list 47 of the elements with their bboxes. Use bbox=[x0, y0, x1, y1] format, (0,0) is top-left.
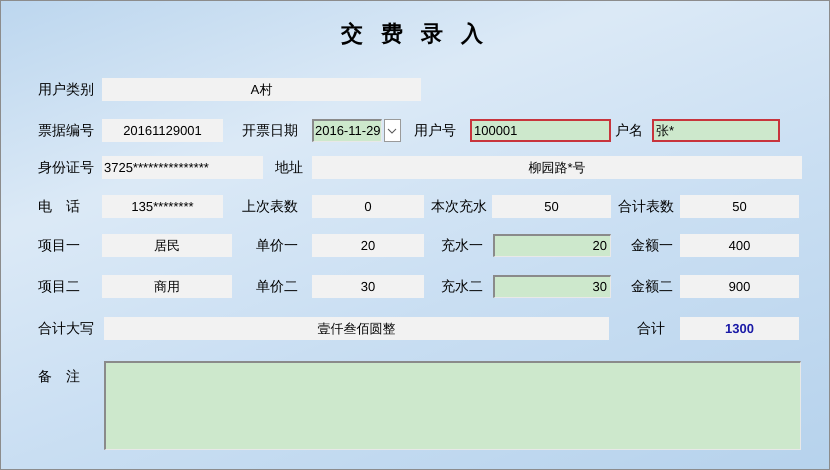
field-label: 充水二 bbox=[441, 277, 483, 296]
value-field: 50 bbox=[680, 195, 799, 218]
value-field: A村 bbox=[102, 78, 421, 101]
field-label: 充水一 bbox=[441, 236, 483, 255]
value-field: 居民 bbox=[102, 234, 232, 257]
value-field: 900 bbox=[680, 275, 799, 298]
value-field: 壹仟叁佰圆整 bbox=[104, 317, 609, 340]
field-label: 项目一 bbox=[38, 236, 80, 255]
field-label: 合计表数 bbox=[618, 197, 674, 216]
value-field: 50 bbox=[492, 195, 611, 218]
value-field: 20161129001 bbox=[102, 119, 223, 142]
field-label: 本次充水 bbox=[431, 197, 487, 216]
total-field: 1300 bbox=[680, 317, 799, 340]
value-field: 20 bbox=[312, 234, 424, 257]
field-label: 户名 bbox=[615, 121, 643, 140]
field-label: 备 注 bbox=[38, 367, 80, 386]
value-field: 135******** bbox=[102, 195, 223, 218]
value-field: 柳园路*号 bbox=[312, 156, 802, 179]
field-label: 项目二 bbox=[38, 277, 80, 296]
field-label: 合计大写 bbox=[38, 319, 94, 338]
value-field: 0 bbox=[312, 195, 424, 218]
field-label: 金额二 bbox=[631, 277, 673, 296]
remark-field[interactable] bbox=[104, 361, 801, 450]
field-label: 单价二 bbox=[256, 277, 298, 296]
field-label: 用户号 bbox=[414, 121, 456, 140]
date-field[interactable]: 2016-11-29 bbox=[312, 119, 382, 142]
field-label: 单价一 bbox=[256, 236, 298, 255]
input-field[interactable]: 30 bbox=[493, 275, 611, 298]
field-label: 用户类别 bbox=[38, 80, 94, 99]
form-title: 交 费 录 入 bbox=[340, 20, 490, 48]
dropdown-button[interactable] bbox=[384, 119, 401, 142]
chevron-down-icon bbox=[387, 128, 398, 134]
field-label: 地址 bbox=[275, 158, 303, 177]
field-label: 合计 bbox=[637, 319, 665, 338]
value-field: 3725*************** bbox=[102, 156, 263, 179]
value-field: 商用 bbox=[102, 275, 232, 298]
field-label: 上次表数 bbox=[242, 197, 298, 216]
input-field[interactable]: 100001 bbox=[470, 119, 611, 142]
field-label: 开票日期 bbox=[242, 121, 298, 140]
field-label: 身份证号 bbox=[38, 158, 94, 177]
input-field[interactable]: 20 bbox=[493, 234, 611, 257]
field-label: 票据编号 bbox=[38, 121, 94, 140]
input-field[interactable]: 张* bbox=[652, 119, 780, 142]
value-field: 400 bbox=[680, 234, 799, 257]
field-label: 金额一 bbox=[631, 236, 673, 255]
field-label: 电 话 bbox=[38, 197, 80, 216]
value-field: 30 bbox=[312, 275, 424, 298]
